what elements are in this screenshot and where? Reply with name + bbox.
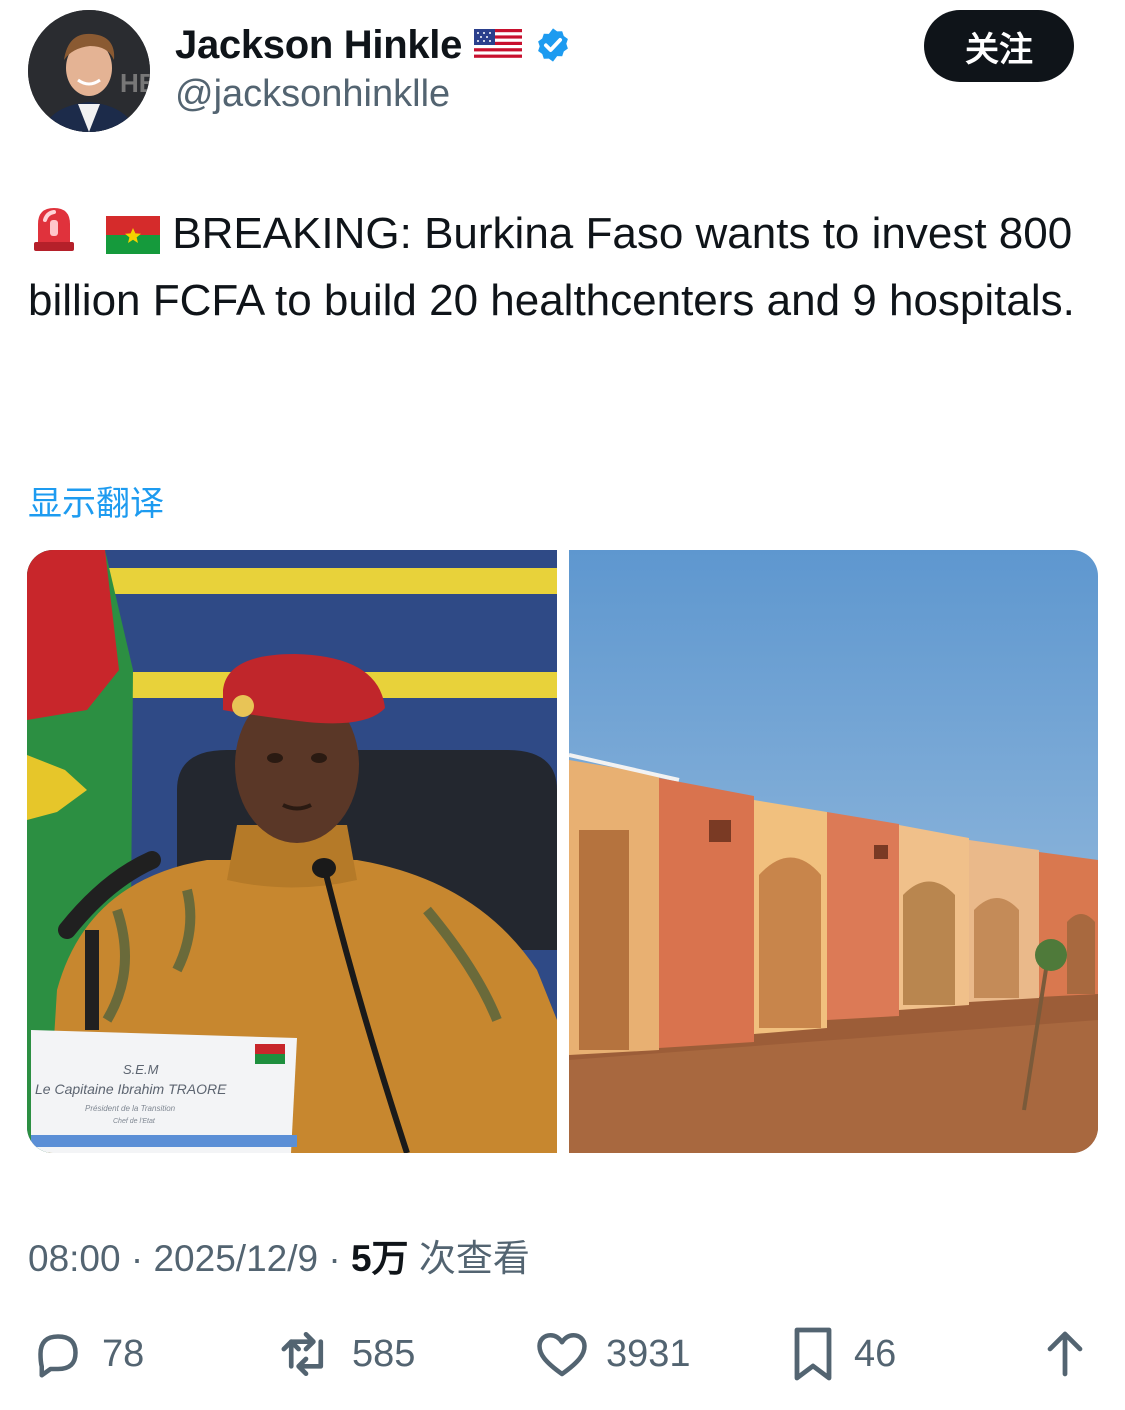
nameplate-line-4: Chef de l'Etat — [113, 1118, 156, 1125]
photo-official[interactable]: S.E.M Le Capitaine Ibrahim TRAORE Présid… — [27, 550, 557, 1153]
tweet-body: BREAKING: Burkina Faso wants to invest 8… — [28, 200, 1098, 334]
show-translation-link[interactable]: 显示翻译 — [28, 476, 164, 525]
tweet-date[interactable]: 2025/12/9 — [153, 1238, 318, 1279]
repost-icon — [274, 1324, 338, 1384]
us-flag-icon — [474, 29, 523, 61]
reply-icon — [28, 1324, 88, 1384]
photo-health-center[interactable] — [569, 550, 1098, 1153]
author-handle[interactable]: @jacksonhinklle — [175, 73, 450, 116]
meta-separator: · — [328, 1238, 341, 1279]
tweet-media[interactable]: S.E.M Le Capitaine Ibrahim TRAORE Présid… — [27, 550, 1098, 1153]
like-button[interactable]: 3931 — [532, 1318, 691, 1390]
follow-button[interactable]: 关注 — [924, 10, 1074, 82]
burkina-faso-flag-icon — [106, 216, 161, 254]
repost-count: 585 — [352, 1332, 416, 1375]
share-button[interactable] — [1040, 1318, 1090, 1390]
repost-button[interactable]: 585 — [274, 1318, 415, 1390]
bookmark-count: 46 — [854, 1332, 897, 1375]
author-avatar[interactable]: HB — [28, 10, 150, 132]
like-count: 3931 — [606, 1332, 691, 1375]
author-name-row: Jackson Hinkle — [175, 20, 572, 70]
svg-text:HB: HB — [120, 68, 150, 98]
author-display-name[interactable]: Jackson Hinkle — [175, 23, 462, 68]
meta-separator: · — [130, 1238, 144, 1279]
share-icon — [1040, 1324, 1090, 1384]
reply-count: 78 — [102, 1332, 145, 1375]
rotating-light-icon — [28, 202, 80, 254]
tweet-time[interactable]: 08:00 — [28, 1238, 121, 1279]
nameplate-line-2: Le Capitaine Ibrahim TRAORE — [35, 1081, 227, 1097]
tweet-actions: 78 585 3931 46 — [0, 1318, 1125, 1390]
tweet-header: HB Jackson Hinkle @jacksonhinklle 关注 — [0, 0, 1125, 150]
heart-icon — [532, 1324, 592, 1384]
views-count: 5万 — [350, 1238, 409, 1279]
tweet-text: BREAKING: Burkina Faso wants to invest 8… — [28, 209, 1075, 325]
views-label: 次查看 — [418, 1238, 530, 1279]
bookmark-button[interactable]: 46 — [786, 1318, 896, 1390]
avatar-image: HB — [28, 10, 150, 132]
bookmark-icon — [786, 1322, 840, 1386]
nameplate-line-1: S.E.M — [123, 1062, 159, 1077]
reply-button[interactable]: 78 — [28, 1318, 144, 1390]
nameplate-line-3: Président de la Transition — [85, 1104, 176, 1113]
verified-badge-icon[interactable] — [534, 26, 572, 64]
tweet-meta: 08:00 · 2025/12/9 · 5万 次查看 — [28, 1228, 530, 1282]
